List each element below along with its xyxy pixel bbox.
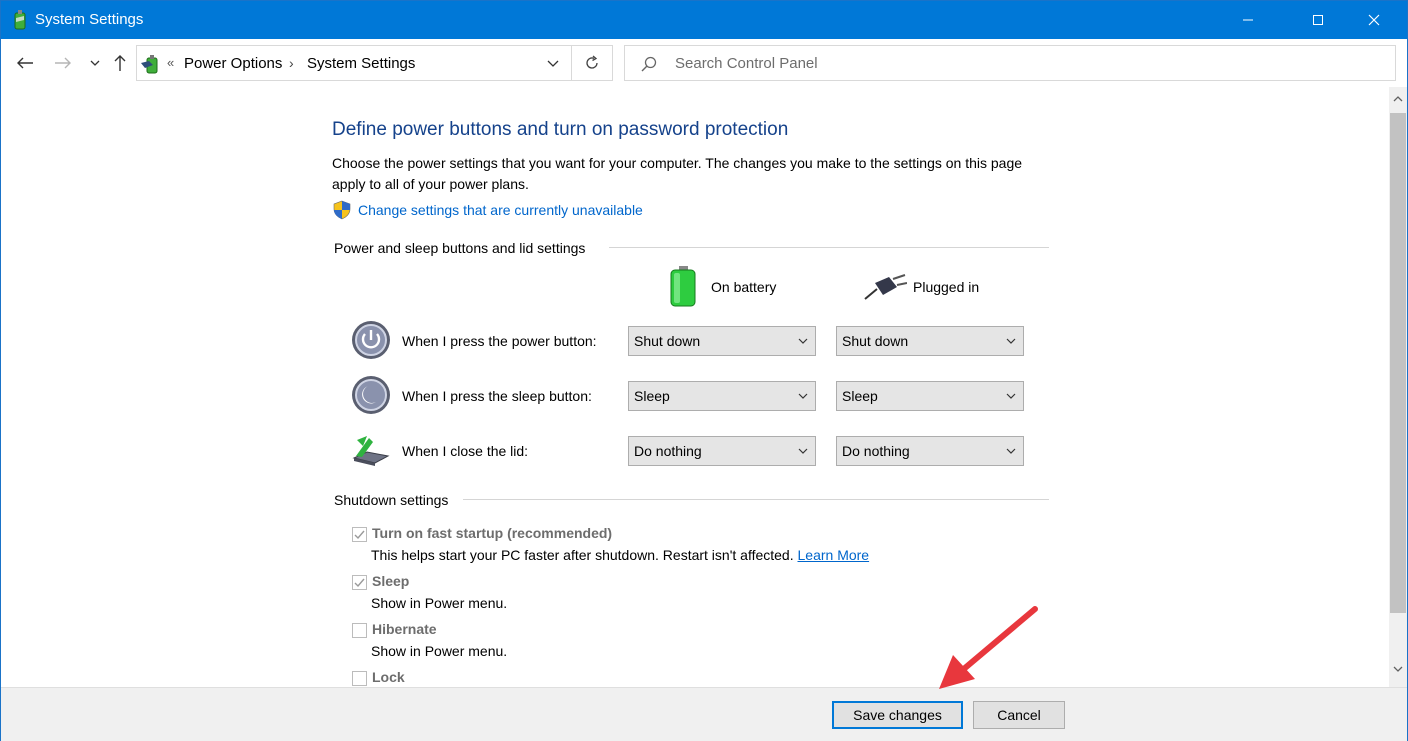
fast-startup-sub-text: This helps start your PC faster after sh… (371, 547, 794, 563)
close-button[interactable] (1351, 1, 1397, 39)
minimize-icon (1243, 19, 1253, 21)
fast-startup-description: This helps start your PC faster after sh… (371, 547, 869, 563)
sleep-option-label: Sleep (372, 573, 410, 589)
back-button[interactable] (15, 53, 35, 73)
lid-close-plugged-value: Do nothing (842, 443, 910, 459)
save-changes-button[interactable]: Save changes (832, 701, 963, 729)
learn-more-link[interactable]: Learn More (798, 547, 870, 563)
section-divider (609, 247, 1049, 248)
up-arrow-icon (114, 55, 126, 71)
fast-startup-checkbox[interactable] (352, 527, 367, 542)
cancel-button[interactable]: Cancel (973, 701, 1065, 729)
up-button[interactable] (110, 53, 130, 73)
lock-option-label: Lock (372, 669, 405, 685)
overflow-chevron[interactable]: « (167, 55, 174, 70)
search-box[interactable]: Search Control Panel (624, 45, 1396, 81)
sleep-button-plugged-value: Sleep (842, 388, 878, 404)
hibernate-option-label: Hibernate (372, 621, 437, 637)
fast-startup-label: Turn on fast startup (recommended) (372, 525, 613, 541)
maximize-button[interactable] (1295, 1, 1341, 39)
scroll-up-icon (1393, 96, 1403, 102)
main-content: Define power buttons and turn on passwor… (1, 87, 1389, 687)
forward-button[interactable] (53, 53, 73, 73)
sleep-button-battery-select[interactable]: Sleep (628, 381, 816, 411)
close-icon (1368, 14, 1380, 26)
lid-close-plugged-select[interactable]: Do nothing (836, 436, 1024, 466)
refresh-icon (586, 55, 598, 69)
uac-shield-icon (333, 200, 351, 220)
vertical-scrollbar[interactable] (1389, 87, 1407, 687)
on-battery-header: On battery (667, 265, 807, 309)
scroll-down-button[interactable] (1389, 657, 1407, 681)
plug-icon (864, 274, 907, 300)
chevron-down-icon (798, 448, 808, 454)
address-toolbar: « Power Options › System Settings Search… (1, 39, 1407, 87)
sleep-button-battery-value: Sleep (634, 388, 670, 404)
address-bar[interactable]: « Power Options › System Settings (136, 45, 572, 81)
buttons-section-title: Power and sleep buttons and lid settings (334, 240, 586, 256)
lock-checkbox[interactable] (352, 671, 367, 686)
chevron-down-icon (1006, 338, 1016, 344)
title-bar: System Settings (1, 1, 1407, 39)
address-dropdown-icon[interactable] (545, 55, 561, 71)
chevron-down-icon (1006, 448, 1016, 454)
lid-close-battery-select[interactable]: Do nothing (628, 436, 816, 466)
scroll-down-icon (1393, 666, 1403, 672)
hibernate-option-description: Show in Power menu. (371, 643, 508, 659)
power-button-icon (352, 321, 390, 359)
maximize-icon (1313, 15, 1323, 25)
lid-close-icon (352, 436, 390, 466)
power-button-battery-select[interactable]: Shut down (628, 326, 816, 356)
breadcrumb-separator[interactable]: › (289, 55, 294, 71)
power-button-plugged-select[interactable]: Shut down (836, 326, 1024, 356)
app-power-icon (14, 10, 26, 30)
search-icon (641, 56, 657, 72)
chevron-down-icon (1006, 393, 1016, 399)
page-title: Define power buttons and turn on passwor… (332, 119, 789, 140)
search-placeholder: Search Control Panel (675, 55, 818, 72)
recent-locations-button[interactable] (85, 53, 105, 73)
dialog-footer: Save changes Cancel (1, 687, 1407, 741)
sleep-button-icon (352, 376, 390, 414)
power-options-icon (141, 55, 158, 74)
plugged-in-label: Plugged in (913, 279, 980, 295)
checkmark-icon (354, 578, 365, 588)
breadcrumb-system-settings[interactable]: System Settings (307, 55, 415, 72)
sleep-button-label: When I press the sleep button: (402, 388, 592, 404)
lid-close-battery-value: Do nothing (634, 443, 702, 459)
refresh-button[interactable] (572, 45, 613, 81)
page-description: Choose the power settings that you want … (332, 155, 1023, 192)
sleep-button-plugged-select[interactable]: Sleep (836, 381, 1024, 411)
checkmark-icon (354, 530, 365, 540)
breadcrumb-power-options[interactable]: Power Options (184, 55, 282, 72)
plugged-in-header: Plugged in (863, 265, 1003, 309)
change-unavailable-settings-text[interactable]: Change settings that are currently unava… (358, 202, 643, 218)
red-annotation-arrow (939, 606, 1038, 689)
sleep-checkbox[interactable] (352, 575, 367, 590)
window-title: System Settings (35, 11, 144, 28)
chevron-down-icon (798, 393, 808, 399)
forward-arrow-icon (55, 57, 71, 69)
battery-icon (670, 266, 696, 307)
hibernate-checkbox[interactable] (352, 623, 367, 638)
scroll-up-button[interactable] (1389, 87, 1407, 111)
back-arrow-icon (17, 57, 33, 69)
scrollbar-thumb[interactable] (1390, 113, 1406, 613)
power-button-label: When I press the power button: (402, 333, 597, 349)
power-button-plugged-value: Shut down (842, 333, 909, 349)
shutdown-section-title: Shutdown settings (334, 492, 449, 508)
power-button-battery-value: Shut down (634, 333, 701, 349)
lid-close-label: When I close the lid: (402, 443, 529, 459)
system-settings-window: System Settings « Power Options › System… (0, 0, 1408, 741)
recent-chevron-icon (90, 60, 100, 66)
minimize-button[interactable] (1225, 1, 1271, 39)
chevron-down-icon (798, 338, 808, 344)
section-divider (463, 499, 1049, 500)
sleep-option-description: Show in Power menu. (371, 595, 508, 611)
on-battery-label: On battery (711, 279, 777, 295)
